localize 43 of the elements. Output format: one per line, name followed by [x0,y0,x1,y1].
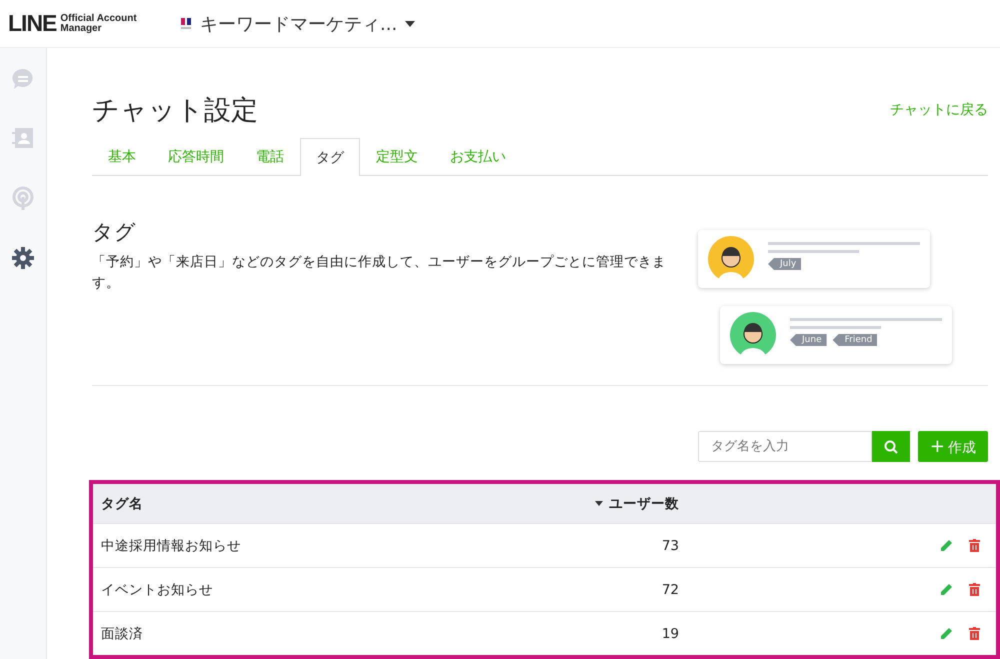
tab[interactable]: タグ [300,138,360,176]
logo-text: LINE [8,10,56,37]
logo-subtext: Manager [60,24,103,34]
account-switcher[interactable]: キーワードマーケティ... [180,12,416,36]
contact-card-icon [12,127,34,149]
edit-pencil-icon[interactable] [940,583,953,596]
column-header: タグ名 [101,494,144,512]
search-field[interactable]: タグ名を入力 [698,431,872,462]
tab[interactable]: 応答時間 [152,138,240,175]
tag-label: June [790,334,827,346]
table-cell-text: 73 [660,538,679,554]
table-cell-text: 面談済 [101,624,144,642]
search-button[interactable] [872,431,910,462]
table-cell-text: 19 [660,626,679,642]
section-description: 「予約」や「来店日」などのタグを自由に作成して、ユーザーをグループごとに管理できます。 [92,253,667,293]
chat-bubble-icon [12,68,34,90]
tab[interactable]: 基本 [92,138,152,175]
section-title: タグ [92,219,137,246]
tab[interactable]: 定型文 [360,138,434,175]
settings-icon [12,247,34,269]
logo-subtext: Official Account [60,14,137,24]
sort-caret-icon [595,501,603,506]
trash-icon[interactable] [969,539,980,552]
tag-label: July [768,258,802,270]
account-logo-icon [180,16,192,30]
broadcast-icon [12,186,34,210]
back-to-chat-link[interactable]: チャットに戻る [890,101,988,119]
table-cell-text: 72 [660,582,679,598]
caret-icon [405,20,416,26]
tag-label: Friend [832,334,878,346]
page-title: チャット設定 [92,94,258,128]
search-icon [884,440,898,454]
create-button[interactable]: + 作成 [918,431,988,462]
trash-icon[interactable] [969,627,980,640]
trash-icon[interactable] [969,583,980,596]
tab[interactable]: 電話 [240,138,300,175]
sidebar-item[interactable] [12,247,34,269]
tab[interactable]: お支払い [434,138,522,175]
table-cell-text: イベントお知らせ [101,580,214,598]
edit-pencil-icon[interactable] [940,627,953,640]
edit-pencil-icon[interactable] [940,539,953,552]
table-cell-text: 中途採用情報お知らせ [101,536,242,554]
column-header[interactable]: ユーザー数 [521,494,679,512]
